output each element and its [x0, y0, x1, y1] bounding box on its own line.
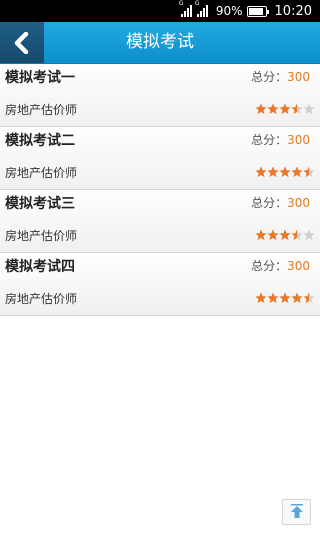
- star-icon: [267, 103, 279, 114]
- star-icon: [267, 229, 279, 240]
- star-icon: [255, 229, 267, 240]
- exam-score: 总分：300: [251, 70, 310, 84]
- star-icon: [291, 103, 303, 114]
- star-icon: [279, 103, 291, 114]
- title-bar: 模拟考试: [0, 22, 320, 64]
- star-icon: [267, 166, 279, 177]
- star-icon: [303, 292, 315, 303]
- signal-icon: G: [195, 0, 209, 17]
- star-rating: [255, 103, 315, 115]
- scroll-to-top-button[interactable]: [282, 499, 311, 525]
- signal-icon: G: [179, 0, 193, 17]
- exam-category: 房地产估价师: [5, 103, 78, 117]
- page-title: 模拟考试: [126, 32, 194, 52]
- exam-score: 总分：300: [251, 259, 310, 273]
- star-icon: [279, 292, 291, 303]
- exam-title: 模拟考试四: [5, 259, 75, 275]
- star-icon: [303, 229, 315, 240]
- exam-row[interactable]: 模拟考试一 总分：300 房地产估价师: [0, 64, 320, 127]
- star-icon: [267, 292, 279, 303]
- exam-title: 模拟考试一: [5, 70, 75, 86]
- star-icon: [279, 229, 291, 240]
- star-icon: [303, 166, 315, 177]
- exam-score: 总分：300: [251, 196, 310, 210]
- exam-list: 模拟考试一 总分：300 房地产估价师 模拟考试二 总分：300 房地产估价师 …: [0, 64, 320, 316]
- star-icon: [255, 166, 267, 177]
- exam-score: 总分：300: [251, 133, 310, 147]
- battery-icon: [246, 5, 269, 17]
- battery-percent: 90%: [215, 4, 243, 18]
- star-icon: [255, 103, 267, 114]
- exam-category: 房地产估价师: [5, 292, 78, 306]
- star-icon: [291, 229, 303, 240]
- star-icon: [303, 103, 315, 114]
- star-icon: [291, 166, 303, 177]
- arrow-up-icon: [290, 504, 303, 518]
- exam-row[interactable]: 模拟考试二 总分：300 房地产估价师: [0, 127, 320, 190]
- star-icon: [255, 292, 267, 303]
- exam-title: 模拟考试二: [5, 133, 75, 149]
- star-rating: [255, 292, 315, 304]
- exam-title: 模拟考试三: [5, 196, 75, 212]
- exam-category: 房地产估价师: [5, 229, 78, 243]
- exam-row[interactable]: 模拟考试三 总分：300 房地产估价师: [0, 190, 320, 253]
- exam-category: 房地产估价师: [5, 166, 78, 180]
- clock: 10:20: [274, 3, 312, 19]
- exam-row[interactable]: 模拟考试四 总分：300 房地产估价师: [0, 253, 320, 316]
- star-icon: [279, 166, 291, 177]
- star-icon: [291, 292, 303, 303]
- star-rating: [255, 229, 315, 241]
- status-bar: G G 90% 10:20: [0, 0, 320, 22]
- star-rating: [255, 166, 315, 178]
